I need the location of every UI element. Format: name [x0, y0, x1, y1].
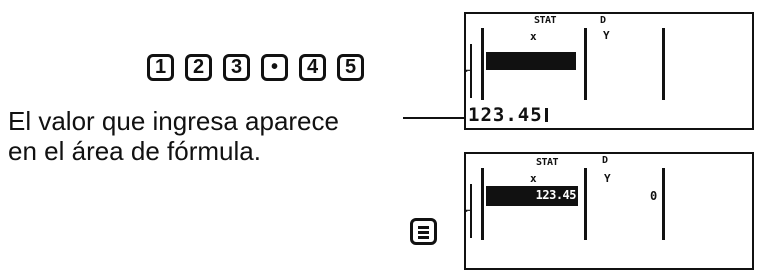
cell-value: 123.45 [535, 188, 577, 202]
column-divider-right [662, 168, 665, 240]
calculator-display-input: STAT D x Y 1 123.45 [464, 12, 754, 130]
formula-value: 123.45 [468, 104, 543, 126]
key-5[interactable]: 5 [337, 54, 364, 81]
key-4[interactable]: 4 [299, 54, 326, 81]
column-header-x: x [530, 172, 537, 185]
selected-cell [486, 52, 576, 70]
column-header-x: x [530, 30, 537, 43]
column-header-y: Y [604, 172, 611, 185]
annotation-line-1: El valor que ingresa aparece [8, 106, 339, 136]
key-2[interactable]: 2 [185, 54, 212, 81]
column-divider-middle [584, 168, 587, 240]
input-cursor [544, 108, 548, 122]
degree-mode-icon: D [602, 155, 608, 166]
key-sequence: 1 2 3 • 4 5 [147, 54, 364, 81]
column-divider-right [662, 28, 665, 100]
annotation-caption: El valor que ingresa aparece en el área … [8, 106, 339, 166]
column-divider-left [481, 28, 484, 100]
annotation-line-2: en el área de fórmula. [8, 136, 261, 166]
degree-mode-icon: D [600, 15, 606, 26]
leader-line [403, 117, 469, 119]
formula-area: 123.45 [468, 104, 548, 126]
row-number: 1 [465, 208, 474, 213]
key-3[interactable]: 3 [223, 54, 250, 81]
selected-cell: 123.45 [486, 186, 578, 206]
equals-key[interactable] [410, 218, 437, 245]
calculator-display-result: STAT D x Y 1 123.45 0 [464, 152, 754, 270]
stat-indicator: STAT [536, 157, 559, 168]
y-cell-value: 0 [650, 189, 658, 203]
key-decimal-point[interactable]: • [261, 54, 288, 81]
key-1[interactable]: 1 [147, 54, 174, 81]
column-divider-left [481, 168, 484, 240]
stat-indicator: STAT [534, 15, 557, 26]
column-header-y: Y [603, 29, 610, 42]
row-number: 1 [465, 68, 474, 73]
column-divider-middle [584, 28, 587, 100]
